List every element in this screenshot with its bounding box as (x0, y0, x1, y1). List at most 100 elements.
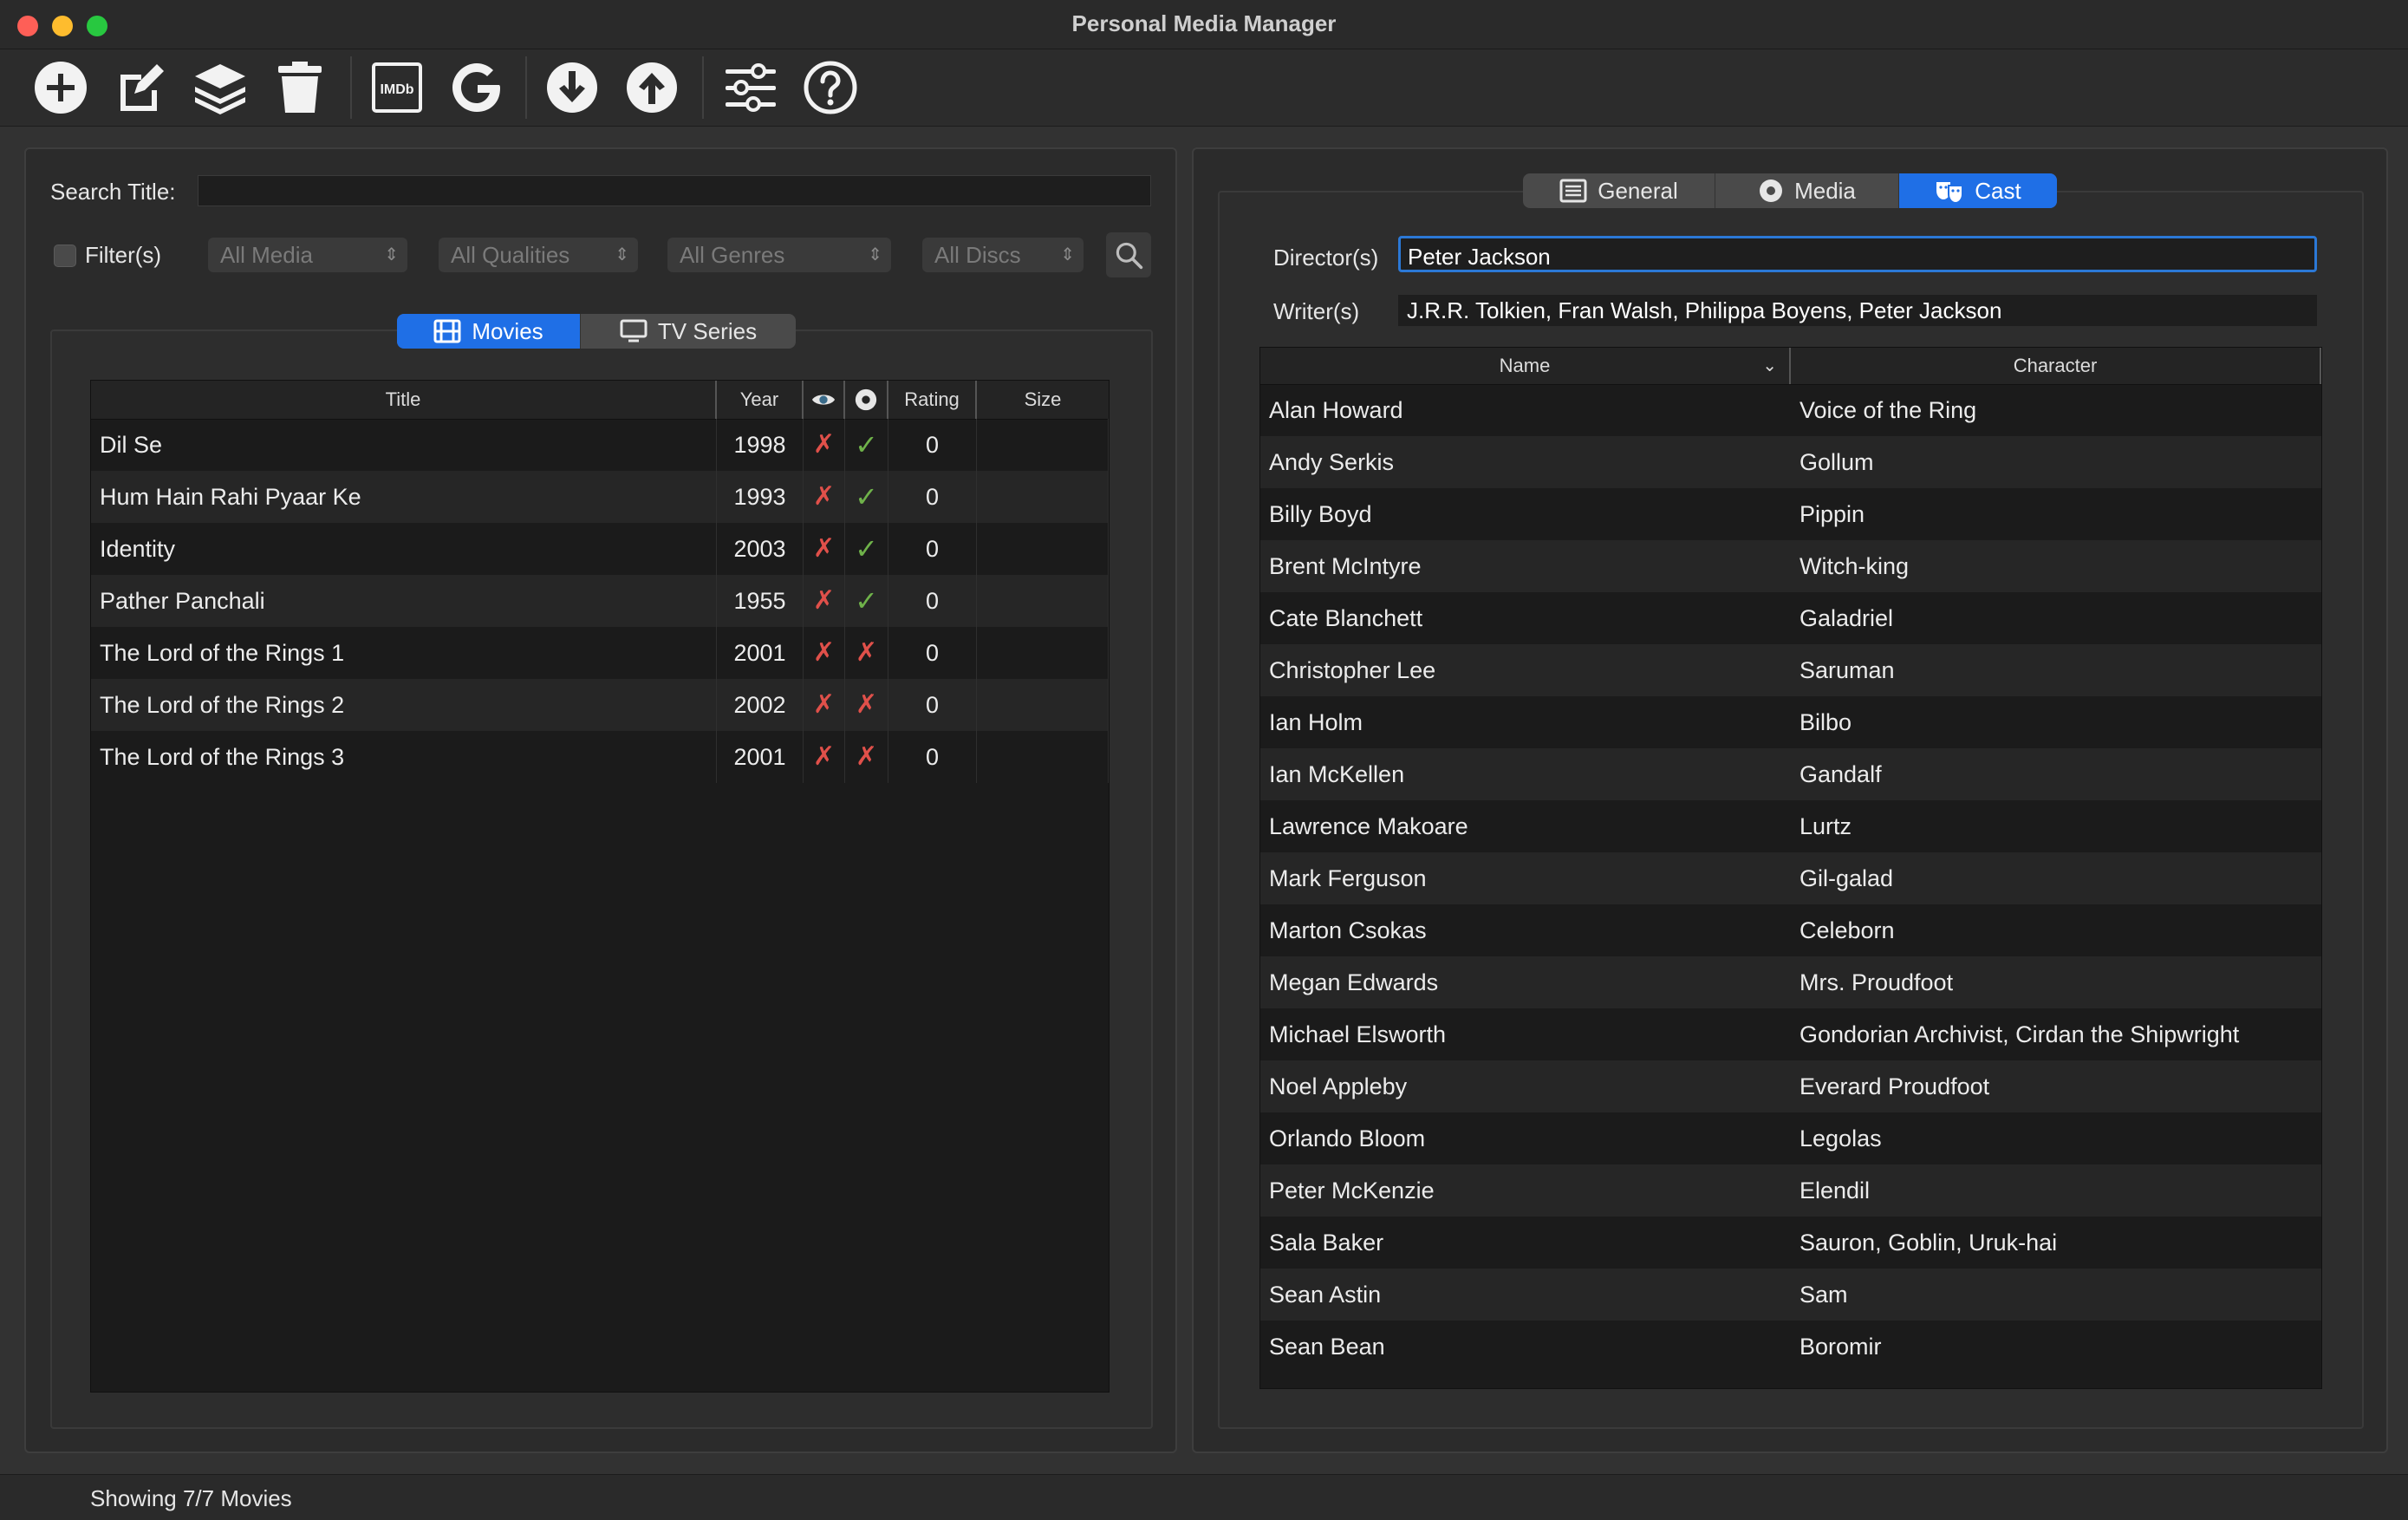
collections-button[interactable] (189, 56, 251, 119)
movie-year-cell: 1993 (717, 471, 804, 523)
table-row[interactable]: Dil Se 1998 ✗ ✓ 0 (91, 419, 1109, 471)
table-row[interactable]: Megan Edwards Mrs. Proudfoot (1260, 956, 2321, 1008)
edit-button[interactable] (109, 56, 172, 119)
table-row[interactable]: The Lord of the Rings 1 2001 ✗ ✗ 0 (91, 627, 1109, 679)
table-row[interactable]: Marton Csokas Celeborn (1260, 904, 2321, 956)
cast-character-cell: Legolas (1799, 1125, 1882, 1151)
add-button[interactable] (29, 56, 92, 119)
cast-character-cell: Mrs. Proudfoot (1799, 969, 1954, 995)
directors-input[interactable]: Peter Jackson (1398, 236, 2317, 272)
table-row[interactable]: Peter McKenzie Elendil (1260, 1164, 2321, 1217)
filters-checkbox[interactable] (54, 245, 76, 267)
table-row[interactable]: Orlando Bloom Legolas (1260, 1112, 2321, 1164)
chevron-down-icon: ⌄ (1762, 356, 1777, 375)
cast-name-cell: Alan Howard (1269, 397, 1403, 423)
movie-year-cell: 2002 (717, 679, 804, 731)
movie-seen-cell: ✗ (804, 731, 845, 783)
directors-label: Director(s) (1273, 245, 1379, 271)
table-row[interactable]: Sala Baker Sauron, Goblin, Uruk-hai (1260, 1217, 2321, 1269)
download-button[interactable] (541, 56, 603, 119)
media-filter-select[interactable]: All Media ⇕ (208, 238, 407, 272)
cast-name-cell: Cate Blanchett (1269, 605, 1423, 631)
header-owned[interactable] (845, 381, 888, 419)
movie-seen-cell: ✗ (804, 419, 845, 471)
cast-name-cell: Ian McKellen (1269, 761, 1405, 787)
search-button[interactable] (1106, 232, 1151, 277)
header-seen[interactable] (804, 381, 845, 419)
table-row[interactable]: Christopher Lee Saruman (1260, 644, 2321, 696)
tab-movies[interactable]: Movies (397, 314, 581, 349)
upload-button[interactable] (621, 56, 683, 119)
cast-table[interactable]: Name ⌄ Character Alan Howard Voice of the… (1259, 347, 2322, 1389)
writers-input[interactable]: J.R.R. Tolkien, Fran Walsh, Philippa Boy… (1398, 295, 2317, 326)
genres-filter-select[interactable]: All Genres ⇕ (667, 238, 891, 272)
table-row[interactable]: Ian Holm Bilbo (1260, 696, 2321, 748)
movie-year-cell: 2003 (717, 523, 804, 575)
checkmark-icon: ✓ (855, 585, 878, 616)
window-title: Personal Media Manager (1071, 10, 1337, 36)
movie-seen-cell: ✗ (804, 471, 845, 523)
table-row[interactable]: Cate Blanchett Galadriel (1260, 592, 2321, 644)
movie-size-cell (977, 627, 1109, 679)
movie-year-cell: 2001 (717, 731, 804, 783)
cast-name-cell: Sean Astin (1269, 1282, 1382, 1308)
header-title[interactable]: Title (91, 381, 717, 419)
cross-icon: ✗ (812, 482, 836, 511)
table-row[interactable]: Ian McKellen Gandalf (1260, 748, 2321, 800)
cast-name-cell: Ian Holm (1269, 709, 1363, 735)
cast-name-cell: Brent McIntyre (1269, 553, 1422, 579)
cast-name-cell: Orlando Bloom (1269, 1125, 1426, 1151)
header-year[interactable]: Year (717, 381, 804, 419)
table-row[interactable]: Noel Appleby Everard Proudfoot (1260, 1060, 2321, 1112)
tab-cast[interactable]: Cast (1899, 173, 2057, 208)
table-row[interactable]: Hum Hain Rahi Pyaar Ke 1993 ✗ ✓ 0 (91, 471, 1109, 523)
delete-button[interactable] (269, 56, 331, 119)
tab-general-label: General (1598, 177, 1678, 204)
table-row[interactable]: Sean Bean Boromir (1260, 1321, 2321, 1373)
table-row[interactable]: Andy Serkis Gollum (1260, 436, 2321, 488)
updown-chevron-icon: ⇕ (1060, 245, 1075, 264)
settings-button[interactable] (719, 56, 782, 119)
library-panel: Search Title: Filter(s) All Media ⇕ All … (24, 147, 1177, 1453)
discs-filter-select[interactable]: All Discs ⇕ (922, 238, 1084, 272)
filters-label: Filter(s) (85, 242, 162, 268)
table-row[interactable]: Brent McIntyre Witch-king (1260, 540, 2321, 592)
discs-filter-value: All Discs (934, 242, 1021, 268)
table-row[interactable]: Identity 2003 ✗ ✓ 0 (91, 523, 1109, 575)
library-tabs: Movies TV Series (397, 314, 796, 349)
table-row[interactable]: Lawrence Makoare Lurtz (1260, 800, 2321, 852)
search-title-input[interactable] (198, 175, 1151, 206)
header-rating[interactable]: Rating (888, 381, 977, 419)
table-row[interactable]: The Lord of the Rings 2 2002 ✗ ✗ 0 (91, 679, 1109, 731)
cross-icon: ✗ (812, 742, 836, 771)
tab-tv-series[interactable]: TV Series (581, 314, 796, 349)
cast-character-cell: Gil-galad (1799, 865, 1894, 891)
app-window: Personal Media Manager IMDb Search Title… (0, 0, 2408, 1520)
cast-character-cell: Celeborn (1799, 917, 1895, 943)
movie-size-cell (977, 471, 1109, 523)
table-row[interactable]: Pather Panchali 1955 ✗ ✓ 0 (91, 575, 1109, 627)
toolbar-separator (525, 56, 527, 119)
disc-icon (1760, 179, 1783, 202)
cast-character-cell: Bilbo (1799, 709, 1852, 735)
tab-general[interactable]: General (1523, 173, 1715, 208)
table-row[interactable]: Michael Elsworth Gondorian Archivist, Cir… (1260, 1008, 2321, 1060)
header-name[interactable]: Name ⌄ (1260, 348, 1791, 384)
cast-name-cell: Sala Baker (1269, 1230, 1384, 1256)
media-filter-value: All Media (220, 242, 313, 268)
details-tabs: General Media Cast (1523, 173, 2057, 208)
table-row[interactable]: Sean Astin Sam (1260, 1269, 2321, 1321)
help-button[interactable] (799, 56, 862, 119)
tab-media[interactable]: Media (1715, 173, 1899, 208)
table-row[interactable]: Alan Howard Voice of the Ring (1260, 384, 2321, 436)
google-button[interactable] (446, 56, 508, 119)
imdb-button[interactable]: IMDb (366, 56, 428, 119)
movies-table[interactable]: Title Year Rating Size Dil Se 1998 ✗ ✓ 0… (90, 380, 1110, 1393)
table-row[interactable]: Billy Boyd Pippin (1260, 488, 2321, 540)
header-character[interactable]: Character (1791, 348, 2321, 384)
movie-title-cell: Identity (91, 523, 717, 575)
table-row[interactable]: The Lord of the Rings 3 2001 ✗ ✗ 0 (91, 731, 1109, 783)
qualities-filter-select[interactable]: All Qualities ⇕ (439, 238, 638, 272)
header-size[interactable]: Size (977, 381, 1109, 419)
table-row[interactable]: Mark Ferguson Gil-galad (1260, 852, 2321, 904)
